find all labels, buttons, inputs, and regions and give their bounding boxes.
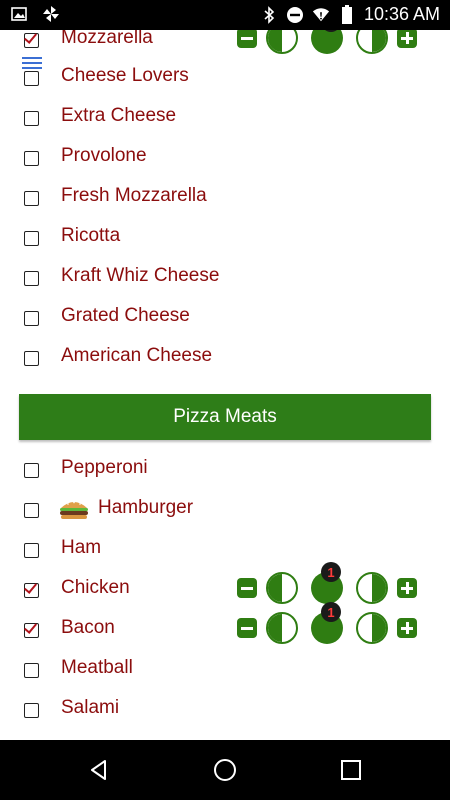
hamburger-icon xyxy=(60,501,88,519)
list-item[interactable]: Chicken 1 xyxy=(0,562,450,610)
list-item[interactable]: Grated Cheese xyxy=(0,298,450,338)
list-item[interactable]: Provolone xyxy=(0,138,450,178)
checkbox[interactable] xyxy=(24,351,39,366)
list-item[interactable]: Salami xyxy=(0,690,450,730)
item-label: Grated Cheese xyxy=(61,305,190,326)
item-label: Hamburger xyxy=(98,497,194,518)
decrease-button[interactable] xyxy=(237,618,257,638)
quantity-controls: 1 xyxy=(235,602,425,647)
right-half-icon[interactable] xyxy=(356,30,388,54)
checkbox-mozzarella[interactable] xyxy=(24,33,39,48)
list-item[interactable]: Ham xyxy=(0,530,450,570)
home-icon[interactable] xyxy=(213,758,237,782)
increase-button[interactable] xyxy=(397,30,417,48)
item-label: Fresh Mozzarella xyxy=(61,185,207,206)
item-label: Mozzarella xyxy=(61,30,153,48)
checkbox[interactable] xyxy=(24,543,39,558)
decrease-button[interactable] xyxy=(237,578,257,598)
checkbox[interactable] xyxy=(24,463,39,478)
list-item[interactable]: Cheese Lovers xyxy=(0,58,450,98)
pinwheel-icon xyxy=(42,5,60,23)
checkbox[interactable] xyxy=(24,271,39,286)
status-time: 10:36 AM xyxy=(363,4,440,24)
left-half-icon[interactable] xyxy=(266,612,298,644)
wifi-icon xyxy=(312,6,330,24)
increase-button[interactable] xyxy=(397,618,417,638)
checkbox[interactable] xyxy=(24,71,39,86)
whole-icon[interactable] xyxy=(311,30,343,54)
do-not-disturb-icon xyxy=(286,6,304,24)
right-half-icon[interactable] xyxy=(356,612,388,644)
item-label: Ham xyxy=(61,537,102,558)
item-label: Bacon xyxy=(61,617,115,638)
item-label: Cheese Lovers xyxy=(61,65,189,86)
list-item[interactable]: Pepperoni xyxy=(0,450,450,490)
bluetooth-icon xyxy=(260,5,278,24)
list-item[interactable]: Bacon 1 xyxy=(0,602,450,650)
checkbox-chicken[interactable] xyxy=(24,583,39,598)
image-icon xyxy=(10,5,28,23)
list-item[interactable]: Hamburger xyxy=(0,490,450,530)
item-label: Provolone xyxy=(61,145,147,166)
left-half-icon[interactable] xyxy=(266,572,298,604)
list-item[interactable]: Meatball xyxy=(0,650,450,690)
topping-list[interactable]: Mozzarella 1 Cheese Lovers Extra Cheese … xyxy=(0,30,450,740)
back-icon[interactable] xyxy=(87,758,111,782)
checkbox[interactable] xyxy=(24,111,39,126)
battery-icon xyxy=(338,4,356,24)
quantity-controls: 1 xyxy=(235,30,425,57)
checkbox[interactable] xyxy=(24,231,39,246)
item-label: Chicken xyxy=(61,577,130,598)
checkbox[interactable] xyxy=(24,191,39,206)
list-item[interactable]: American Cheese xyxy=(0,338,450,378)
item-label: Meatball xyxy=(61,657,133,678)
navigation-bar xyxy=(0,740,450,800)
checkbox[interactable] xyxy=(24,703,39,718)
item-label: Salami xyxy=(61,697,120,718)
checkbox[interactable] xyxy=(24,663,39,678)
right-half-icon[interactable] xyxy=(356,572,388,604)
list-item[interactable]: Extra Cheese xyxy=(0,98,450,138)
list-item[interactable]: Mozzarella 1 xyxy=(0,30,450,60)
checkbox-bacon[interactable] xyxy=(24,623,39,638)
status-bar: 10:36 AM xyxy=(0,0,450,30)
decrease-button[interactable] xyxy=(237,30,257,48)
quantity-controls: 1 xyxy=(235,562,425,607)
item-label: Pepperoni xyxy=(61,457,148,478)
item-label: American Cheese xyxy=(61,345,213,366)
section-header-pizza-meats[interactable]: Pizza Meats xyxy=(19,394,431,440)
item-label: Ricotta xyxy=(61,225,121,246)
list-item[interactable]: Fresh Mozzarella xyxy=(0,178,450,218)
checkbox[interactable] xyxy=(24,151,39,166)
count-badge: 1 xyxy=(321,562,341,582)
section-title: Pizza Meats xyxy=(173,406,277,427)
list-item[interactable]: Ricotta xyxy=(0,218,450,258)
increase-button[interactable] xyxy=(397,578,417,598)
checkbox[interactable] xyxy=(24,503,39,518)
list-item[interactable]: Kraft Whiz Cheese xyxy=(0,258,450,298)
item-label: Kraft Whiz Cheese xyxy=(61,265,220,286)
recents-icon[interactable] xyxy=(339,758,363,782)
checkbox[interactable] xyxy=(24,311,39,326)
left-half-icon[interactable] xyxy=(266,30,298,54)
item-label: Extra Cheese xyxy=(61,105,177,126)
count-badge: 1 xyxy=(321,602,341,622)
